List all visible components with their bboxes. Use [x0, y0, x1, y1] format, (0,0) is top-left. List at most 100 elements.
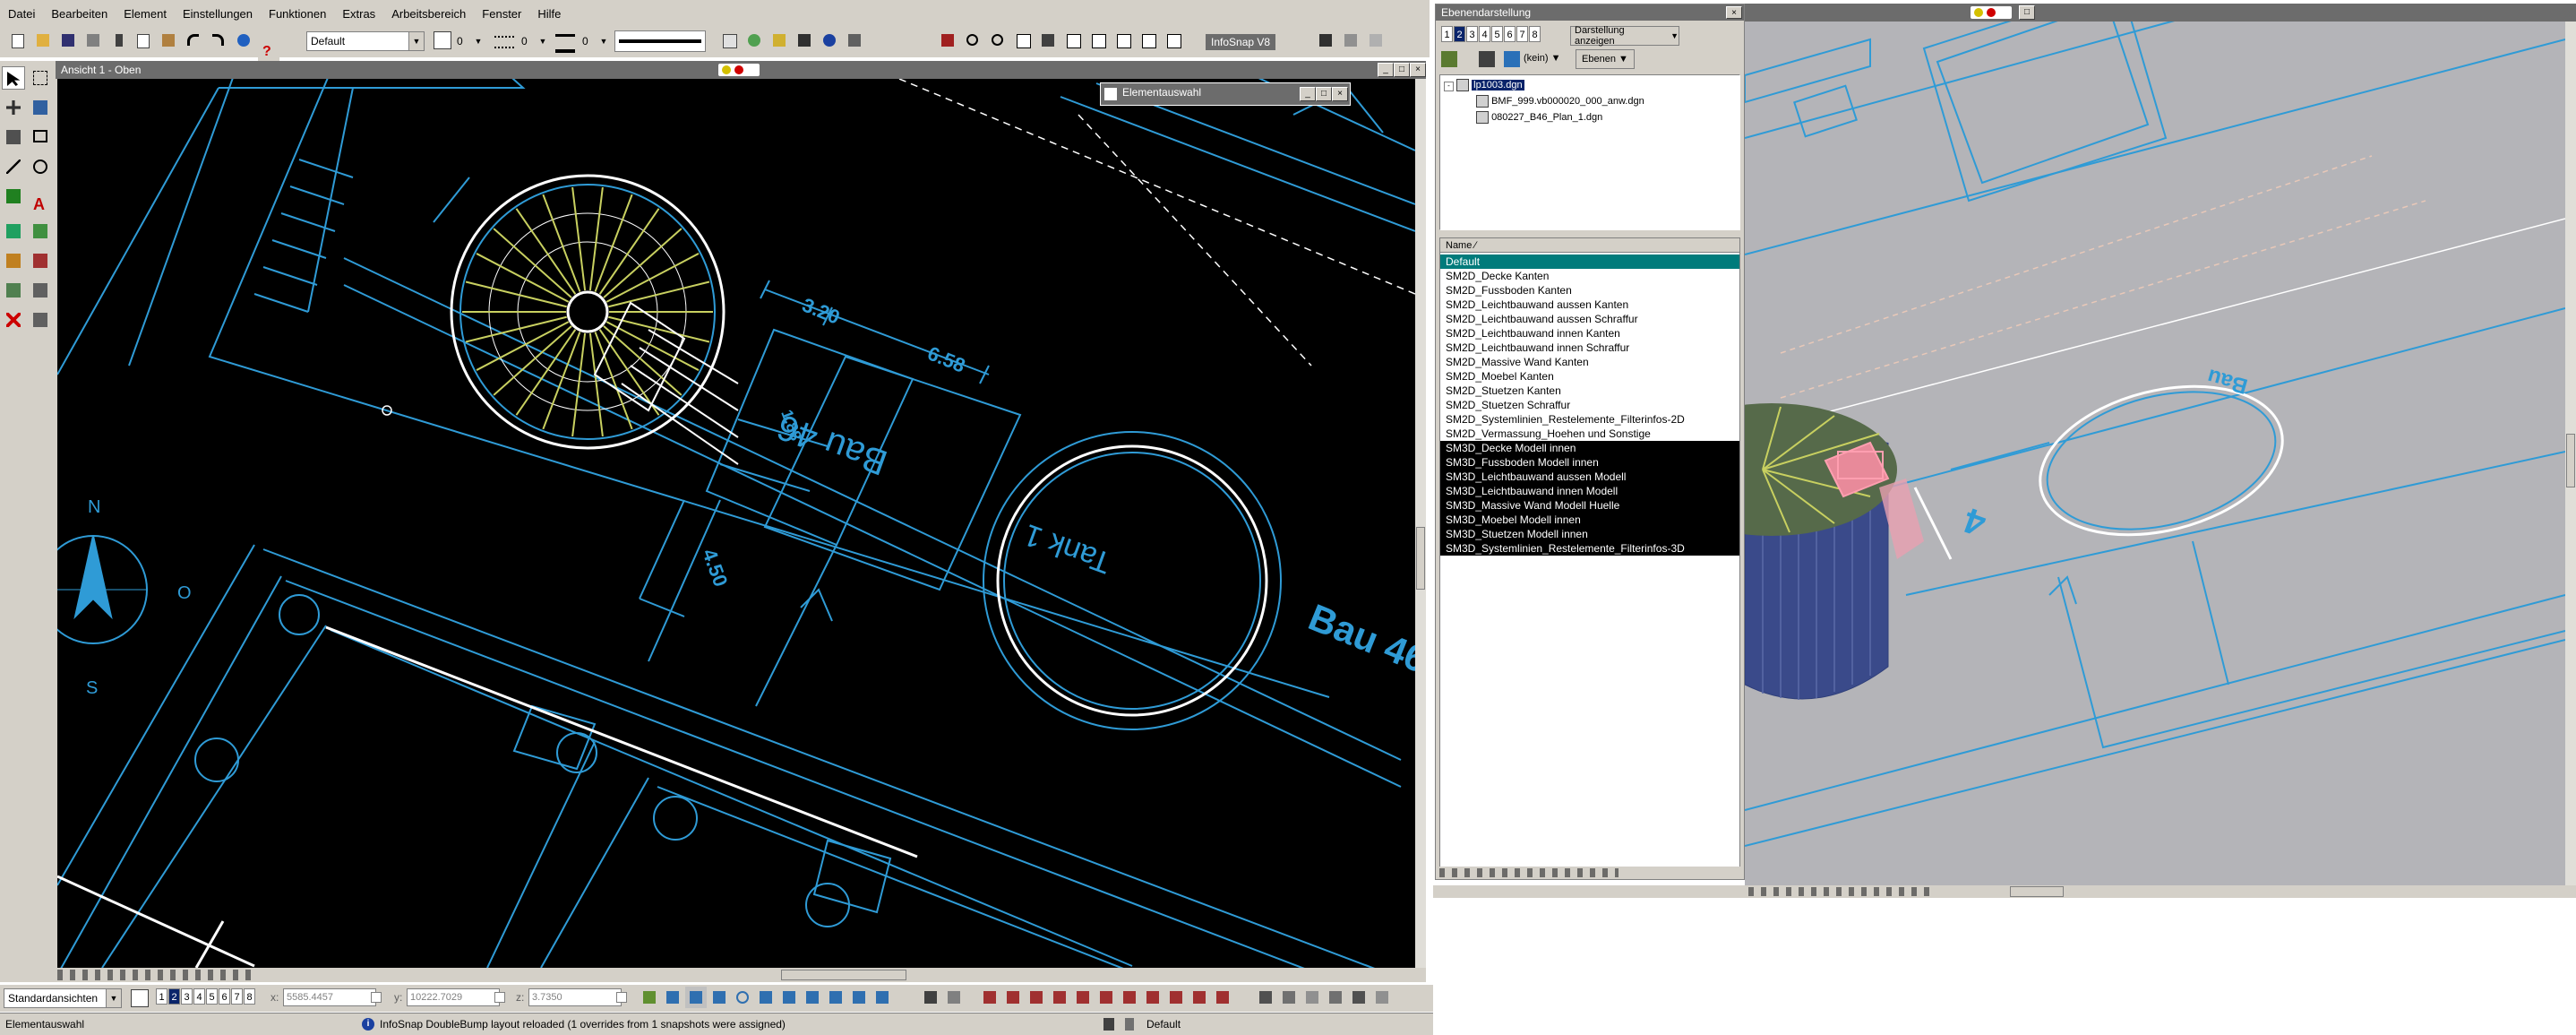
element-selection-dialog[interactable]: Elementauswahl _ □ ×: [1100, 82, 1351, 106]
globe-icon[interactable]: [233, 30, 254, 51]
pen-icon[interactable]: [937, 30, 958, 51]
menu-bearbeiten[interactable]: Bearbeiten: [43, 7, 116, 21]
measure-icon[interactable]: [29, 96, 52, 119]
center-snap-icon[interactable]: [732, 987, 753, 1008]
zoom-window-icon[interactable]: [962, 30, 983, 51]
view-2-vertical-scrollbar[interactable]: [2565, 22, 2576, 885]
intersection-snap-icon[interactable]: [802, 987, 823, 1008]
solid-tool-icon[interactable]: [1371, 987, 1393, 1008]
view-2-view-controls[interactable]: [1433, 885, 2576, 898]
minimize-button[interactable]: _: [1378, 63, 1394, 77]
tree-child[interactable]: 080227_B46_Plan_1.dgn: [1476, 111, 1602, 124]
level-row[interactable]: SM2D_Stuetzen Kanten: [1440, 384, 1739, 398]
ebenen-button[interactable]: Ebenen ▼: [1576, 49, 1635, 69]
view-button[interactable]: 3: [181, 988, 193, 1005]
menu-extras[interactable]: Extras: [334, 7, 383, 21]
origin-snap-icon[interactable]: [755, 987, 777, 1008]
fit-view-icon[interactable]: [1012, 30, 1034, 51]
view-button[interactable]: 5: [206, 988, 218, 1005]
image-icon[interactable]: [1037, 30, 1059, 51]
rectangle-icon[interactable]: [29, 125, 52, 149]
lock-icon[interactable]: [1125, 1018, 1134, 1031]
delete-icon[interactable]: [2, 308, 25, 332]
x-lock-checkbox[interactable]: [371, 992, 382, 1003]
dimension-tool-icon[interactable]: [979, 987, 1000, 1008]
trim-icon[interactable]: [29, 249, 52, 272]
dimension-tool-icon[interactable]: [1002, 987, 1024, 1008]
view-1-view-controls[interactable]: [56, 968, 1426, 982]
view-button[interactable]: 6: [1504, 26, 1516, 42]
level-row[interactable]: SM2D_Decke Kanten: [1440, 269, 1739, 283]
view-button[interactable]: 8: [1529, 26, 1541, 42]
view-button[interactable]: 7: [231, 988, 243, 1005]
level-row[interactable]: SM2D_Moebel Kanten: [1440, 369, 1739, 384]
snap-mode-icon[interactable]: [639, 987, 660, 1008]
keypoint-snap-icon[interactable]: [662, 987, 683, 1008]
view-attributes-icon[interactable]: [1138, 30, 1159, 51]
dimension-tool-icon[interactable]: [1212, 987, 1233, 1008]
z-lock-checkbox[interactable]: [616, 992, 627, 1003]
pan-icon[interactable]: [1112, 30, 1134, 51]
view-button[interactable]: 2: [168, 988, 180, 1005]
zoom-out-icon[interactable]: [987, 30, 1009, 51]
paste-icon[interactable]: [158, 30, 179, 51]
close-button[interactable]: ×: [1726, 6, 1742, 19]
menu-hilfe[interactable]: Hilfe: [529, 7, 569, 21]
drop-icon[interactable]: [29, 308, 52, 332]
undo-icon[interactable]: [183, 30, 204, 51]
solid-tool-icon[interactable]: [1301, 987, 1323, 1008]
active-linestyle-preview[interactable]: [614, 30, 706, 52]
level-row[interactable]: Default: [1440, 254, 1739, 269]
curve-icon[interactable]: [2, 185, 25, 208]
view-1-canvas[interactable]: 3.20 6.58 4.50 1.88 Bau 46 Tank 1 Bau 46…: [57, 79, 1415, 968]
view-button[interactable]: 4: [1479, 26, 1490, 42]
cube-icon[interactable]: [1163, 30, 1184, 51]
menu-funktionen[interactable]: Funktionen: [261, 7, 334, 21]
close-button[interactable]: ×: [1410, 63, 1426, 77]
solid-tool-icon[interactable]: [1325, 987, 1346, 1008]
level-row[interactable]: SM3D_Moebel Modell innen: [1440, 513, 1739, 527]
element-template-combo[interactable]: Default ▼: [306, 31, 425, 51]
maximize-button[interactable]: □: [1316, 87, 1332, 101]
magnifier-icon[interactable]: [920, 987, 941, 1008]
view-window-icon[interactable]: [131, 989, 149, 1007]
dimension-tool-icon[interactable]: [1165, 987, 1187, 1008]
redo-icon[interactable]: [208, 30, 229, 51]
midpoint-snap-icon[interactable]: [708, 987, 730, 1008]
group-icon[interactable]: [2, 279, 25, 302]
filter-icon[interactable]: [1504, 51, 1520, 67]
select-element-icon[interactable]: [2, 66, 25, 90]
level-row[interactable]: SM2D_Stuetzen Schraffur: [1440, 398, 1739, 412]
level-row[interactable]: SM2D_Vermassung_Hoehen und Sonstige: [1440, 427, 1739, 441]
line-icon[interactable]: [2, 155, 25, 178]
view-button[interactable]: 2: [1454, 26, 1465, 42]
dimension-tool-icon[interactable]: [1072, 987, 1094, 1008]
save-icon[interactable]: [57, 30, 79, 51]
shade-icon[interactable]: [1365, 30, 1387, 51]
copy-element-icon[interactable]: [29, 279, 52, 302]
cell-icon[interactable]: [2, 220, 25, 243]
move-icon[interactable]: [2, 96, 25, 119]
menu-arbeitsbereich[interactable]: Arbeitsbereich: [383, 7, 474, 21]
nearest-snap-icon[interactable]: [685, 987, 707, 1008]
perpendicular-snap-icon[interactable]: [848, 987, 870, 1008]
layers-icon[interactable]: [769, 30, 790, 51]
level-row[interactable]: SM3D_Decke Modell innen: [1440, 441, 1739, 455]
view-button[interactable]: 1: [1441, 26, 1453, 42]
active-level[interactable]: Default: [1146, 1015, 1181, 1033]
level-row[interactable]: SM2D_Leichtbauwand innen Kanten: [1440, 326, 1739, 341]
filter-combo[interactable]: (kein) ▼: [1524, 53, 1560, 64]
raster-icon[interactable]: [743, 30, 765, 51]
level-row[interactable]: SM2D_Systemlinien_Restelemente_Filterinf…: [1440, 412, 1739, 427]
window-area-icon[interactable]: [1062, 30, 1084, 51]
snap-lock-icon[interactable]: [1103, 1018, 1114, 1031]
snap-settings-icon[interactable]: [872, 987, 893, 1008]
rotate-view-icon[interactable]: [1087, 30, 1109, 51]
menu-einstellungen[interactable]: Einstellungen: [175, 7, 261, 21]
menu-element[interactable]: Element: [116, 7, 175, 21]
level-row[interactable]: SM3D_Leichtbauwand innen Modell: [1440, 484, 1739, 498]
level-row[interactable]: SM3D_Systemlinien_Restelemente_Filterinf…: [1440, 541, 1739, 556]
lock-icon[interactable]: [943, 987, 965, 1008]
column-header-name[interactable]: Name ∕: [1440, 238, 1739, 253]
circle-icon[interactable]: [29, 155, 52, 178]
